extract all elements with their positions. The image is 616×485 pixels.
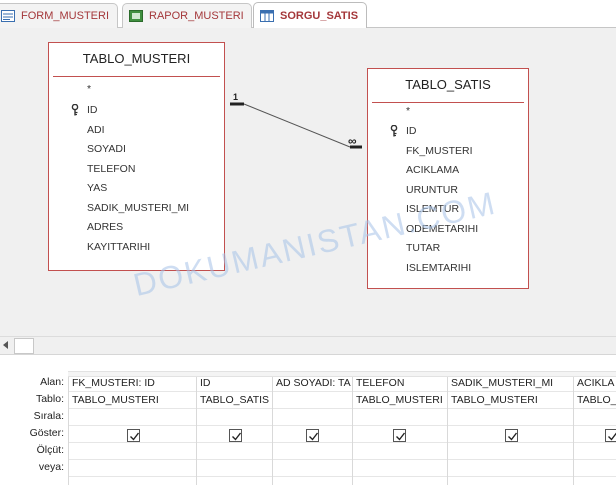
grid-column[interactable]: SADIK_MUSTERI_MI TABLO_MUSTERI	[447, 377, 573, 485]
field-cell[interactable]: FK_MUSTERI: ID	[72, 377, 196, 389]
checkmark-icon	[508, 432, 518, 441]
field-item[interactable]: YAS	[87, 182, 107, 194]
tab-rapor-musteri[interactable]: RAPOR_MUSTERI	[122, 3, 252, 28]
field-item[interactable]: URUNTUR	[406, 184, 458, 196]
field-cell[interactable]: SADIK_MUSTERI_MI	[451, 377, 573, 389]
field-item[interactable]: SOYADI	[87, 143, 126, 155]
field-cell[interactable]: ACIKLA	[577, 377, 616, 389]
row-label-or: veya:	[38, 461, 64, 473]
table-title: TABLO_MUSTERI	[82, 51, 191, 66]
field-item[interactable]: ISLEMTARIHI	[406, 262, 471, 274]
checkmark-icon	[130, 432, 140, 441]
row-label-sort: Sırala:	[33, 410, 64, 422]
field-item[interactable]: TUTAR	[406, 242, 440, 254]
checkmark-icon	[232, 432, 242, 441]
grid-column[interactable]: TELEFON TABLO_MUSTERI	[352, 377, 447, 485]
show-checkbox[interactable]	[505, 429, 518, 442]
report-icon	[129, 10, 143, 22]
grid-column[interactable]: AD SOYADI: TA	[272, 377, 352, 485]
title-separator	[372, 102, 524, 103]
field-item[interactable]: ID	[406, 125, 417, 137]
grid-column[interactable]: ACIKLA TABLO_	[573, 377, 616, 485]
tab-label: SORGU_SATIS	[280, 9, 359, 22]
tab-form-musteri[interactable]: FORM_MUSTERI	[0, 3, 118, 28]
field-item[interactable]: ODEMETARIHI	[406, 223, 478, 235]
show-checkbox[interactable]	[605, 429, 616, 442]
field-cell[interactable]: ID	[200, 377, 272, 389]
scroll-left-arrow-icon[interactable]	[3, 341, 8, 349]
design-pane-scrollbar[interactable]	[0, 336, 616, 354]
table-cell[interactable]: TABLO_MUSTERI	[451, 394, 573, 406]
field-item[interactable]: KAYITTARIHI	[87, 241, 150, 253]
key-icon	[71, 104, 79, 116]
checkmark-icon	[309, 432, 319, 441]
field-item[interactable]: TELEFON	[87, 163, 135, 175]
tab-sorgu-satis[interactable]: SORGU_SATIS	[253, 2, 367, 28]
tab-label: FORM_MUSTERI	[21, 10, 109, 22]
show-checkbox[interactable]	[393, 429, 406, 442]
row-label-field: Alan:	[40, 376, 64, 388]
grid-column[interactable]: ID TABLO_SATIS	[196, 377, 272, 485]
field-item[interactable]: *	[87, 83, 91, 95]
row-label-table: Tablo:	[35, 393, 64, 405]
field-item[interactable]: *	[406, 105, 410, 117]
query-design-window: FORM_MUSTERI RAPOR_MUSTERI SORGU_SATIS 1…	[0, 0, 616, 485]
table-title: TABLO_SATIS	[405, 77, 491, 92]
title-separator	[53, 76, 220, 77]
field-item[interactable]: FK_MUSTERI	[406, 145, 473, 157]
field-item[interactable]: ISLEMTUR	[406, 203, 459, 215]
table-box-tablo-musteri[interactable]: TABLO_MUSTERI * ID ADI SOYADI TELEFON YA…	[48, 42, 225, 271]
field-item[interactable]: ACIKLAMA	[406, 164, 459, 176]
field-item[interactable]: ID	[87, 104, 98, 116]
key-icon	[390, 125, 398, 137]
table-cell[interactable]: TABLO_MUSTERI	[72, 394, 196, 406]
grid-column[interactable]: FK_MUSTERI: ID TABLO_MUSTERI	[68, 377, 196, 485]
table-box-tablo-satis[interactable]: TABLO_SATIS * ID FK_MUSTERI ACIKLAMA URU…	[367, 68, 529, 289]
query-icon	[260, 9, 274, 22]
cardinality-many-label: ∞	[348, 134, 357, 148]
row-label-criteria: Ölçüt:	[36, 444, 64, 456]
show-checkbox[interactable]	[127, 429, 140, 442]
field-item[interactable]: SADIK_MUSTERI_MI	[87, 202, 189, 214]
cardinality-one-label: 1	[233, 92, 239, 102]
field-cell[interactable]: TELEFON	[356, 377, 447, 389]
row-label-show: Göster:	[29, 427, 64, 439]
checkmark-icon	[608, 432, 616, 441]
show-checkbox[interactable]	[229, 429, 242, 442]
document-tab-bar: FORM_MUSTERI RAPOR_MUSTERI SORGU_SATIS	[0, 0, 616, 28]
table-cell[interactable]: TABLO_MUSTERI	[356, 394, 447, 406]
scroll-thumb[interactable]	[14, 338, 34, 354]
tab-label: RAPOR_MUSTERI	[149, 10, 244, 22]
table-design-pane[interactable]: 1 ∞ TABLO_MUSTERI * ID ADI SOYADI TELEFO…	[0, 28, 616, 336]
show-checkbox[interactable]	[306, 429, 319, 442]
table-cell[interactable]: TABLO_SATIS	[200, 394, 272, 406]
table-cell[interactable]: TABLO_	[577, 394, 616, 406]
field-cell[interactable]: AD SOYADI: TA	[276, 377, 352, 389]
field-item[interactable]: ADRES	[87, 221, 123, 233]
query-design-grid: Alan: Tablo: Sırala: Göster: Ölçüt: veya…	[0, 354, 616, 485]
form-icon	[1, 10, 15, 22]
field-item[interactable]: ADI	[87, 124, 105, 136]
checkmark-icon	[396, 432, 406, 441]
